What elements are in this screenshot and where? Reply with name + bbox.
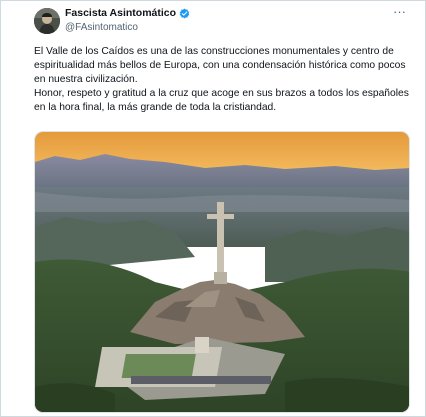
verified-badge-icon	[179, 8, 190, 19]
avatar[interactable]	[34, 8, 60, 34]
author-handle[interactable]: @FAsintomatico	[65, 22, 138, 34]
tweet-paragraph-2: Honor, respeto y gratitud a la cruz que …	[34, 88, 409, 113]
author-row: Fascista Asintomático	[65, 7, 190, 20]
author-name[interactable]: Fascista Asintomático	[65, 7, 176, 20]
tweet-photo[interactable]	[34, 131, 410, 413]
tweet-text: El Valle de los Caídos es una de las con…	[34, 45, 414, 115]
tweet-card[interactable]: Fascista Asintomático @FAsintomatico ···…	[0, 0, 426, 417]
more-options-icon[interactable]: ···	[393, 4, 406, 20]
tweet-paragraph-1: El Valle de los Caídos es una de las con…	[34, 46, 406, 85]
